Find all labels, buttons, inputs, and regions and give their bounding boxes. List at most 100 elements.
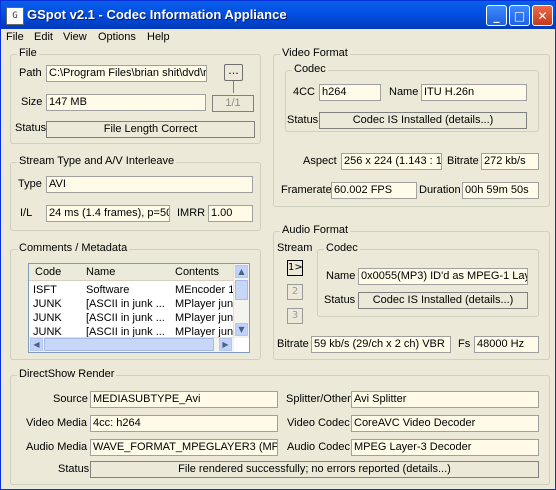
render-status-label: Status — [58, 463, 90, 475]
metadata-row[interactable]: ISFT Software MEncoder 1 — [29, 284, 235, 298]
audio-status-label: Status — [324, 294, 356, 306]
fourcc-field: h264 — [319, 84, 381, 101]
file-status-label: Status — [15, 122, 47, 134]
type-field: AVI — [46, 176, 253, 193]
vertical-scroll-thumb[interactable] — [235, 280, 248, 300]
metadata-list[interactable]: Code Name Contents ISFT Software MEncode… — [28, 263, 250, 353]
row-contents: MEncoder 1 — [175, 284, 235, 296]
audio-stream-2-button[interactable]: 2 — [287, 284, 303, 300]
audio-stream-3-button[interactable]: 3 — [287, 308, 303, 324]
row-contents: MPlayer jun — [175, 312, 234, 324]
video-bitrate-label: Bitrate — [447, 155, 479, 167]
size-label: Size — [21, 96, 43, 108]
row-name: Software — [86, 284, 130, 296]
gspot-app-icon[interactable]: G — [6, 7, 24, 25]
title-bar[interactable]: G GSpot v2.1 - Codec Information Applian… — [1, 1, 555, 29]
comments-legend: Comments / Metadata — [17, 242, 130, 254]
fs-label: Fs — [458, 338, 471, 350]
audio-codec-field: MPEG Layer-3 Decoder — [351, 439, 539, 456]
audio-media-field: WAVE_FORMAT_MPEGLAYER3 (MP — [90, 439, 278, 456]
browse-connector — [233, 81, 234, 93]
path-field[interactable]: C:\Program Files\brian shit\dvd\r — [46, 65, 207, 82]
il-label: I/L — [20, 207, 33, 219]
duration-field: 00h 59m 50s — [462, 182, 539, 199]
framerate-field: 60.002 FPS — [331, 182, 417, 199]
source-label: Source — [53, 393, 88, 405]
menu-options[interactable]: Options — [98, 31, 136, 43]
browse-button[interactable]: ... — [224, 64, 243, 81]
horizontal-scroll-thumb[interactable] — [44, 338, 214, 351]
directshow-legend: DirectShow Render — [17, 368, 117, 380]
audio-codec-legend: Codec — [324, 242, 360, 254]
audio-stream-label: Stream — [277, 242, 313, 254]
stream-type-legend: Stream Type and A/V Interleave — [17, 155, 177, 167]
minimize-button[interactable]: _ — [486, 5, 507, 26]
metadata-vertical-scrollbar[interactable]: ▲ ▼ — [233, 264, 249, 338]
audio-codec-label: Audio Codec — [287, 441, 350, 453]
menu-edit[interactable]: Edit — [34, 31, 53, 43]
row-contents: MPlayer jun — [175, 298, 234, 310]
file-part-indicator: 1/1 — [212, 95, 254, 112]
audio-bitrate-field: 59 kb/s (29/ch x 2 ch) VBR — [311, 336, 451, 353]
scroll-down-icon[interactable]: ▼ — [235, 323, 248, 336]
il-field: 24 ms (1.4 frames), p=504 — [46, 205, 170, 222]
path-label: Path — [19, 67, 42, 79]
column-name[interactable]: Name — [86, 266, 115, 278]
maximize-button[interactable]: □ — [509, 5, 530, 26]
audio-bitrate-label: Bitrate — [277, 338, 309, 350]
audio-stream-1-button[interactable]: 1> — [287, 260, 303, 276]
fourcc-label: 4CC — [293, 86, 316, 98]
video-status-field[interactable]: Codec IS Installed (details...) — [319, 112, 527, 129]
metadata-horizontal-scrollbar[interactable]: ◀ ▶ — [29, 337, 234, 352]
audio-status-field[interactable]: Codec IS Installed (details...) — [358, 292, 528, 309]
metadata-row[interactable]: JUNK [ASCII in junk ... MPlayer jun — [29, 298, 235, 312]
framerate-label: Framerate — [281, 184, 332, 196]
metadata-row[interactable]: JUNK [ASCII in junk ... MPlayer jun — [29, 312, 235, 326]
row-name: [ASCII in junk ... — [86, 312, 165, 324]
video-format-legend: Video Format — [280, 47, 350, 59]
metadata-list-header: Code Name Contents — [29, 264, 249, 281]
duration-label: Duration — [419, 184, 461, 196]
menu-bar: File Edit View Options Help — [1, 29, 555, 47]
video-codec-label: Video Codec — [287, 417, 350, 429]
imrr-label: IMRR — [177, 207, 206, 219]
video-bitrate-field: 272 kb/s — [481, 153, 539, 170]
video-status-label: Status — [287, 114, 319, 126]
size-field: 147 MB — [46, 94, 206, 111]
row-name: [ASCII in junk ... — [86, 298, 165, 310]
menu-help[interactable]: Help — [147, 31, 170, 43]
file-legend: File — [17, 47, 39, 59]
scroll-left-icon[interactable]: ◀ — [30, 338, 43, 351]
aspect-field: 256 x 224 (1.143 : 1 — [341, 153, 442, 170]
menu-view[interactable]: View — [63, 31, 87, 43]
imrr-field: 1.00 — [208, 205, 253, 222]
scroll-right-icon[interactable]: ▶ — [219, 338, 232, 351]
row-code: JUNK — [33, 298, 62, 310]
window-title: GSpot v2.1 - Codec Information Appliance — [27, 7, 287, 22]
scroll-up-icon[interactable]: ▲ — [235, 265, 248, 278]
fs-field: 48000 Hz — [474, 336, 539, 353]
video-media-field: 4cc: h264 — [90, 415, 278, 432]
audio-media-label: Audio Media — [26, 441, 88, 453]
menu-file[interactable]: File — [6, 31, 24, 43]
render-status-field[interactable]: File rendered successfully; no errors re… — [90, 461, 539, 478]
video-media-label: Video Media — [26, 417, 87, 429]
video-name-field: ITU H.26n — [421, 84, 527, 101]
file-status-field: File Length Correct — [46, 121, 255, 138]
video-codec-field: CoreAVC Video Decoder — [351, 415, 539, 432]
close-button[interactable]: ✕ — [532, 5, 553, 26]
column-contents[interactable]: Contents — [175, 266, 219, 278]
video-codec-legend: Codec — [292, 63, 328, 75]
audio-format-legend: Audio Format — [280, 224, 351, 236]
source-field: MEDIASUBTYPE_Avi — [90, 391, 278, 408]
video-name-label: Name — [389, 86, 419, 98]
audio-name-field: 0x0055(MP3) ID'd as MPEG-1 Laye — [358, 268, 528, 285]
aspect-label: Aspect — [303, 155, 337, 167]
audio-name-label: Name — [326, 270, 356, 282]
type-label: Type — [18, 178, 42, 190]
gspot-window: G GSpot v2.1 - Codec Information Applian… — [0, 0, 556, 490]
splitter-label: Splitter/Other — [286, 393, 351, 405]
splitter-field: Avi Splitter — [351, 391, 539, 408]
row-code: JUNK — [33, 312, 62, 324]
column-code[interactable]: Code — [35, 266, 61, 278]
